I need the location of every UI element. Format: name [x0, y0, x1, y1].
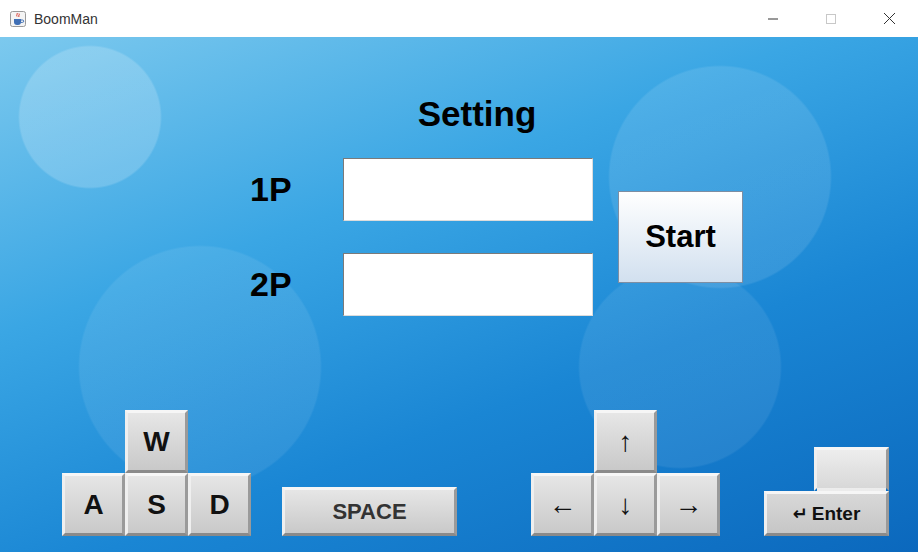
key-enter: ↵Enter: [764, 447, 889, 536]
setting-panel: Setting 1P 2P Start WASD SPACE ↑←↓→ ↵Enter: [0, 37, 918, 552]
close-icon: [884, 13, 895, 24]
key-left: ←: [531, 473, 594, 536]
key-down: ↓: [594, 473, 657, 536]
key-space: SPACE: [282, 487, 457, 536]
minimize-button[interactable]: [744, 0, 802, 37]
key-s: S: [125, 473, 188, 536]
app-window: BoomMan Setting 1P 2P Start WASD SPACE ↑←↓→ ↵Ent…: [0, 0, 918, 552]
key-up: ↑: [594, 410, 657, 473]
java-icon: [10, 11, 26, 27]
setting-heading: Setting: [0, 92, 918, 136]
enter-arrow-icon: ↵: [793, 503, 808, 524]
player-form: 1P 2P Start: [0, 158, 918, 316]
key-d: D: [188, 473, 251, 536]
start-button[interactable]: Start: [618, 191, 743, 283]
title-bar: BoomMan: [0, 0, 918, 37]
close-button[interactable]: [860, 0, 918, 37]
player-name-input[interactable]: [343, 158, 593, 221]
player-label: 1P: [250, 170, 343, 209]
maximize-button[interactable]: [802, 0, 860, 37]
player-row: 2P: [250, 253, 593, 316]
player2-keys: ↑←↓→: [531, 410, 720, 536]
minimize-icon: [768, 14, 778, 24]
player-name-input[interactable]: [343, 253, 593, 316]
player-row: 1P: [250, 158, 593, 221]
controls-legend: WASD SPACE ↑←↓→ ↵Enter: [0, 410, 918, 552]
player-label: 2P: [250, 265, 343, 304]
enter-label: Enter: [812, 503, 861, 525]
key-w: W: [125, 410, 188, 473]
window-title: BoomMan: [34, 11, 98, 27]
player1-keys: WASD: [62, 410, 251, 536]
key-a: A: [62, 473, 125, 536]
maximize-icon: [826, 14, 836, 24]
key-right: →: [657, 473, 720, 536]
